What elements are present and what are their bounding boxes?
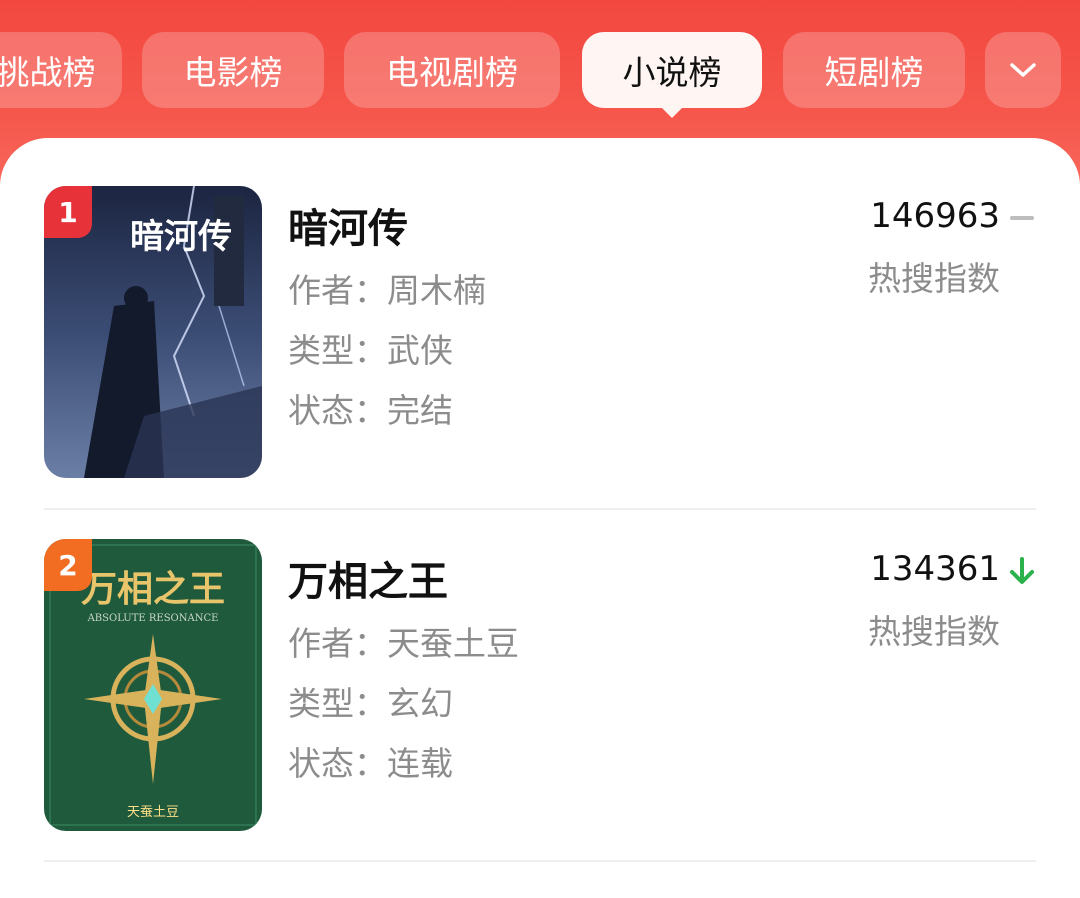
book-title[interactable]: 万相之王 [288, 549, 448, 607]
tab-challenge[interactable]: 挑战榜 [0, 32, 122, 108]
author-label: 作者： [288, 271, 387, 310]
svg-text:暗河传: 暗河传 [130, 217, 232, 257]
status-row: 状态：连载 [288, 737, 453, 785]
rank-badge: 1 [44, 186, 92, 238]
tab-label: 电视剧榜 [386, 53, 518, 92]
arrow-down-icon [1010, 557, 1034, 584]
author-row: 作者：周木楠 [288, 264, 486, 312]
genre-label: 类型： [288, 684, 387, 723]
author-label: 作者： [288, 624, 387, 663]
tab-label: 电影榜 [183, 53, 283, 92]
hot-search-label: 热搜指数 [868, 259, 1000, 298]
status-value: 完结 [387, 391, 453, 430]
status-label: 状态： [288, 391, 387, 430]
genre-value: 武侠 [387, 331, 453, 370]
tab-novel[interactable]: 小说榜 [582, 32, 762, 108]
book-title[interactable]: 暗河传 [288, 196, 408, 254]
more-tabs-button[interactable] [985, 32, 1061, 108]
tab-tv[interactable]: 电视剧榜 [344, 32, 560, 108]
svg-text:ABSOLUTE RESONANCE: ABSOLUTE RESONANCE [87, 613, 219, 624]
genre-row: 类型：武侠 [288, 324, 453, 372]
svg-text:天蚕土豆: 天蚕土豆 [127, 805, 179, 820]
tab-short-drama[interactable]: 短剧榜 [783, 32, 965, 108]
tab-label: 短剧榜 [824, 53, 924, 92]
tab-movie[interactable]: 电影榜 [142, 32, 324, 108]
tab-label: 挑战榜 [0, 53, 96, 92]
hot-search-score: 134361 [870, 549, 1000, 589]
status-label: 状态： [288, 744, 387, 783]
author-name: 天蚕土豆 [387, 624, 519, 663]
tab-label: 小说榜 [622, 53, 722, 92]
genre-label: 类型： [288, 331, 387, 370]
ranking-card: 暗河传 1 暗河传 作者：周木楠 类型：武侠 状态：完结 146963 热搜指数… [0, 138, 1080, 898]
book-cover[interactable]: 暗河传 1 [44, 186, 262, 478]
genre-row: 类型：玄幻 [288, 677, 453, 725]
chevron-down-icon [1010, 63, 1036, 77]
hot-search-score: 146963 [870, 196, 1000, 236]
author-name: 周木楠 [387, 271, 486, 310]
trend-flat-icon [1010, 216, 1034, 220]
book-cover[interactable]: 万相之王 ABSOLUTE RESONANCE 天蚕土豆 2 [44, 539, 262, 831]
rank-badge: 2 [44, 539, 92, 591]
divider [44, 860, 1036, 862]
svg-text:万相之王: 万相之王 [81, 569, 225, 610]
status-row: 状态：完结 [288, 384, 453, 432]
list-item[interactable]: 万相之王 ABSOLUTE RESONANCE 天蚕土豆 2 万相之王 作者：天… [0, 491, 1080, 831]
hot-search-label: 热搜指数 [868, 612, 1000, 651]
genre-value: 玄幻 [387, 684, 453, 723]
active-tab-pointer [658, 104, 686, 118]
author-row: 作者：天蚕土豆 [288, 617, 519, 665]
status-value: 连载 [387, 744, 453, 783]
list-item[interactable]: 暗河传 1 暗河传 作者：周木楠 类型：武侠 状态：完结 146963 热搜指数 [0, 138, 1080, 478]
